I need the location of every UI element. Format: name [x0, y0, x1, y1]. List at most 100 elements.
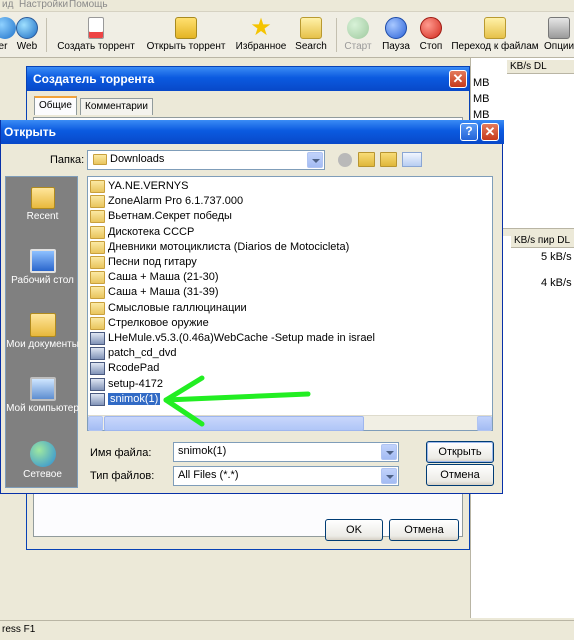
folder-item[interactable]: Песни под гитару	[90, 255, 197, 271]
toolbar: er Web Создать торрент Открыть торрент ★…	[0, 12, 574, 58]
file-item[interactable]: LHeMule.v5.3.(0.46a)WebCache -Setup made…	[90, 331, 375, 347]
file-item[interactable]: patch_cd_dvd	[90, 346, 177, 362]
folder-label: Папка:	[50, 154, 85, 166]
back-icon[interactable]	[338, 153, 352, 167]
status-bar: ress F1	[0, 620, 574, 640]
stop-button[interactable]: Стоп	[417, 14, 445, 56]
folder-item[interactable]: Саша + Маша (31-39)	[90, 285, 219, 301]
file-name: patch_cd_dvd	[108, 347, 177, 360]
toolbar-button-partial[interactable]: er	[0, 14, 16, 56]
chevron-down-icon[interactable]	[307, 152, 323, 168]
goto-files-button[interactable]: Переход к файлам	[450, 14, 540, 56]
file-name: Смысловые галлюцинации	[108, 301, 247, 314]
file-item[interactable]: snimok(1)	[90, 392, 161, 408]
creator-cancel-button[interactable]: Отмена	[389, 519, 459, 541]
open-dialog-title: Открыть	[4, 125, 57, 139]
cancel-button[interactable]: Отмена	[426, 464, 494, 486]
folder-icon	[90, 286, 105, 300]
pause-icon	[385, 17, 407, 39]
menu-item-settings[interactable]: Настройки	[19, 0, 68, 10]
place-my-documents[interactable]: Мои документы	[6, 313, 79, 351]
folder-icon	[90, 301, 105, 315]
file-name: ZoneAlarm Pro 6.1.737.000	[108, 195, 244, 208]
list-cell: MB	[473, 93, 490, 105]
scroll-left-icon[interactable]	[88, 416, 103, 431]
folder-icon	[90, 271, 105, 285]
chevron-down-icon[interactable]	[381, 444, 397, 460]
places-bar: Recent Рабочий стол Мои документы Мой ко…	[5, 176, 79, 488]
place-recent[interactable]: Recent	[6, 187, 79, 223]
help-icon[interactable]: ?	[460, 123, 478, 141]
search-icon	[300, 17, 322, 39]
tab-general[interactable]: Общие	[34, 96, 77, 115]
application-icon	[90, 347, 105, 361]
folder-item[interactable]: YA.NE.VERNYS	[90, 179, 189, 195]
file-name: Стрелковое оружие	[108, 316, 209, 329]
column-header-dl-speed[interactable]: KB/s DL	[507, 60, 574, 74]
menu-item-help[interactable]: Помощь	[69, 0, 108, 10]
open-dialog-title-bar[interactable]: Открыть	[1, 120, 504, 144]
view-menu-icon[interactable]	[402, 152, 422, 167]
application-icon	[90, 362, 105, 376]
options-button[interactable]: Опции	[544, 14, 574, 56]
folder-item[interactable]: ZoneAlarm Pro 6.1.737.000	[90, 194, 243, 210]
folder-icon	[90, 225, 105, 239]
file-name: setup-4172	[108, 377, 164, 390]
creator-ok-button[interactable]: OK	[325, 519, 383, 541]
folder-item[interactable]: Стрелковое оружие	[90, 316, 209, 332]
folder-item[interactable]: Дневники мотоциклиста (Diarios de Motoci…	[90, 240, 349, 256]
up-folder-icon[interactable]	[358, 152, 375, 167]
globe-icon	[16, 17, 38, 39]
file-name: Саша + Маша (31-39)	[108, 286, 219, 299]
tab-comments[interactable]: Комментарии	[80, 98, 153, 115]
open-torrent-icon	[175, 17, 197, 39]
filetype-select[interactable]: All Files (*.*)	[173, 466, 399, 486]
creator-title: Создатель торрента	[33, 72, 155, 86]
list-cell: 4 kB/s	[541, 277, 572, 289]
menu-bar: ид Настройки Помощь	[0, 0, 574, 12]
folder-icon	[90, 256, 105, 269]
file-name: LHeMule.v5.3.(0.46a)WebCache -Setup made…	[108, 332, 375, 344]
file-item[interactable]: RcodePad	[90, 361, 159, 377]
folder-icon	[90, 316, 105, 330]
open-torrent-button[interactable]: Открыть торрент	[143, 14, 229, 56]
my-computer-icon	[29, 377, 56, 401]
folder-item[interactable]: Смысловые галлюцинации	[90, 301, 247, 317]
start-button[interactable]: Старт	[342, 14, 374, 56]
application-icon	[90, 377, 105, 391]
create-torrent-button[interactable]: Создать торрент	[54, 14, 138, 56]
folder-icon	[93, 154, 107, 165]
network-icon	[29, 441, 56, 467]
web-button[interactable]: Web	[14, 14, 40, 56]
options-icon	[548, 17, 570, 39]
favorites-button[interactable]: ★ Избранное	[235, 14, 287, 56]
search-button[interactable]: Search	[293, 14, 329, 56]
file-name: Саша + Маша (21-30)	[108, 271, 219, 284]
new-folder-icon[interactable]	[380, 152, 397, 167]
place-network[interactable]: Сетевое	[6, 441, 79, 481]
menu-item-view[interactable]: ид	[2, 0, 13, 10]
open-button[interactable]: Открыть	[426, 441, 494, 463]
place-desktop[interactable]: Рабочий стол	[6, 249, 79, 287]
close-icon[interactable]: ✕	[449, 70, 467, 88]
pause-button[interactable]: Пауза	[380, 14, 412, 56]
filename-input[interactable]: snimok(1)	[173, 442, 399, 462]
close-icon[interactable]: ✕	[481, 123, 499, 141]
folder-item[interactable]: Вьетнам.Секрет победы	[90, 209, 232, 225]
file-name: snimok(1)	[108, 392, 161, 405]
chevron-down-icon[interactable]	[381, 468, 397, 484]
stop-icon	[420, 17, 442, 39]
application-icon	[90, 392, 105, 406]
folder-select[interactable]: Downloads	[87, 150, 325, 170]
folder-item[interactable]: Саша + Маша (21-30)	[90, 270, 219, 286]
desktop-icon	[29, 249, 56, 273]
column-header-peer-dl-speed[interactable]: KB/s пир DL	[511, 234, 574, 248]
goto-files-icon	[484, 17, 506, 39]
scroll-right-icon[interactable]	[477, 416, 492, 431]
file-name: Дискотека СССР	[108, 225, 195, 238]
file-item[interactable]: setup-4172	[90, 377, 163, 393]
place-my-computer[interactable]: Мой компьютер	[6, 377, 79, 415]
folder-item[interactable]: Дискотека СССР	[90, 225, 194, 241]
creator-title-bar[interactable]: Создатель торрента	[27, 67, 469, 91]
my-documents-icon	[29, 313, 56, 337]
